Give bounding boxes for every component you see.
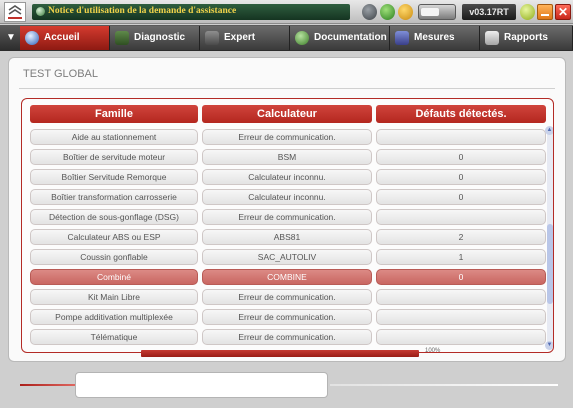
table-row[interactable]: Télématique Erreur de communication. [22, 327, 546, 347]
table-row[interactable]: Boîtier Servitude Remorque Calculateur in… [22, 167, 546, 187]
cell-calculateur: COMBINE [202, 269, 372, 285]
documentation-icon [295, 31, 309, 45]
progress-bar [141, 350, 419, 357]
table-row[interactable]: Coussin gonflable SAC_AUTOLIV 1 [22, 247, 546, 267]
cell-defauts [376, 129, 546, 145]
expert-icon [205, 31, 219, 45]
progress-fill [141, 350, 419, 357]
cell-calculateur: Erreur de communication. [202, 329, 372, 345]
cell-calculateur: Erreur de communication. [202, 129, 372, 145]
tab-expert[interactable]: Expert [200, 26, 290, 50]
cell-famille: Kit Main Libre [30, 289, 198, 305]
cell-calculateur: Calculateur inconnu. [202, 189, 372, 205]
tab-label: Expert [224, 32, 256, 43]
close-button[interactable]: ✕ [555, 4, 571, 20]
table-row[interactable]: Aide au stationnement Erreur de communica… [22, 127, 546, 147]
cell-calculateur: Erreur de communication. [202, 289, 372, 305]
cell-famille: Détection de sous-gonflage (DSG) [30, 209, 198, 225]
cell-defauts: 2 [376, 229, 546, 245]
cell-famille: Coussin gonflable [30, 249, 198, 265]
measures-icon [395, 31, 409, 45]
tab-accueil[interactable]: Accueil [20, 26, 110, 50]
tab-diagnostic[interactable]: Diagnostic [110, 26, 200, 50]
header-calculateur: Calculateur [202, 105, 372, 123]
cell-calculateur: SAC_AUTOLIV [202, 249, 372, 265]
cell-famille: Aide au stationnement [30, 129, 198, 145]
header-famille: Famille [30, 105, 198, 123]
cell-famille: Boîtier Servitude Remorque [30, 169, 198, 185]
cell-calculateur: BSM [202, 149, 372, 165]
cell-defauts: 0 [376, 269, 546, 285]
cell-famille: Boîtier transformation carrosserie [30, 189, 198, 205]
progress-percent: 100% [425, 348, 441, 354]
scroll-thumb[interactable] [547, 224, 553, 304]
table-row[interactable]: Boîtier transformation carrosserie Calcul… [22, 187, 546, 207]
tab-documentation[interactable]: Documentation [290, 26, 390, 50]
results-table: Famille Calculateur Défauts détectés. Ai… [21, 98, 554, 353]
cell-famille: Boîtier de servitude moteur [30, 149, 198, 165]
cell-calculateur: ABS81 [202, 229, 372, 245]
cell-defauts [376, 309, 546, 325]
diagnostic-icon [115, 31, 129, 45]
cell-defauts: 0 [376, 189, 546, 205]
cell-defauts [376, 209, 546, 225]
cell-famille: Télématique [30, 329, 198, 345]
tab-rapports[interactable]: Rapports [480, 26, 573, 50]
table-row[interactable]: Kit Main Libre Erreur de communication. [22, 287, 546, 307]
cell-famille: Combiné [30, 269, 198, 285]
cell-calculateur: Erreur de communication. [202, 209, 372, 225]
table-row-selected[interactable]: Combiné COMBINE 0 [22, 267, 546, 287]
bottom-input-field[interactable] [75, 372, 328, 398]
table-row[interactable]: Calculateur ABS ou ESP ABS81 2 [22, 227, 546, 247]
cell-defauts: 0 [376, 169, 546, 185]
cell-calculateur: Calculateur inconnu. [202, 169, 372, 185]
vertical-scrollbar[interactable]: ▲ ▼ [545, 126, 553, 350]
cell-defauts: 0 [376, 149, 546, 165]
connection-icon[interactable] [380, 4, 395, 20]
app-icon [36, 7, 45, 16]
cell-famille: Calculateur ABS ou ESP [30, 229, 198, 245]
cell-defauts: 1 [376, 249, 546, 265]
version-label: v03.17RT [462, 4, 516, 20]
cell-famille: Pompe additivation multiplexée [30, 309, 198, 325]
tab-label: Accueil [44, 32, 80, 43]
reports-icon [485, 31, 499, 45]
minimize-button[interactable] [537, 4, 553, 20]
scroll-down-icon[interactable]: ▼ [545, 341, 553, 350]
tab-label: Mesures [414, 32, 455, 43]
main-panel: TEST GLOBAL Famille Calculateur Défauts … [8, 57, 566, 362]
battery-level [421, 8, 439, 16]
window-title: Notice d'utilisation de la demande d'ass… [48, 6, 237, 16]
table-row[interactable]: Pompe additivation multiplexée Erreur de … [22, 307, 546, 327]
network-icon[interactable] [398, 4, 413, 20]
cell-defauts [376, 289, 546, 305]
tab-label: Diagnostic [134, 32, 186, 43]
chevron-down-icon[interactable]: ▼ [2, 26, 20, 50]
title-bar: Notice d'utilisation de la demande d'ass… [0, 0, 573, 24]
home-icon [25, 31, 39, 45]
bottom-line [330, 384, 558, 386]
table-row[interactable]: Boîtier de servitude moteur BSM 0 [22, 147, 546, 167]
tab-mesures[interactable]: Mesures [390, 26, 480, 50]
status-icon[interactable] [362, 4, 377, 20]
minimize-icon [541, 14, 549, 16]
tab-label: Rapports [504, 32, 548, 43]
divider [19, 88, 555, 89]
table-body: Aide au stationnement Erreur de communica… [22, 127, 546, 349]
header-defauts: Défauts détectés. [376, 105, 546, 123]
nav-bar: ▼ Accueil Diagnostic Expert Documentatio… [0, 25, 573, 51]
brand-logo [4, 2, 26, 22]
cell-defauts [376, 329, 546, 345]
battery-indicator [418, 4, 456, 20]
tab-label: Documentation [314, 32, 387, 43]
page-title: TEST GLOBAL [23, 68, 98, 80]
cell-calculateur: Erreur de communication. [202, 309, 372, 325]
table-row[interactable]: Détection de sous-gonflage (DSG) Erreur d… [22, 207, 546, 227]
bottom-accent-line [20, 384, 78, 386]
help-icon[interactable] [520, 4, 535, 20]
scroll-up-icon[interactable]: ▲ [545, 126, 553, 135]
